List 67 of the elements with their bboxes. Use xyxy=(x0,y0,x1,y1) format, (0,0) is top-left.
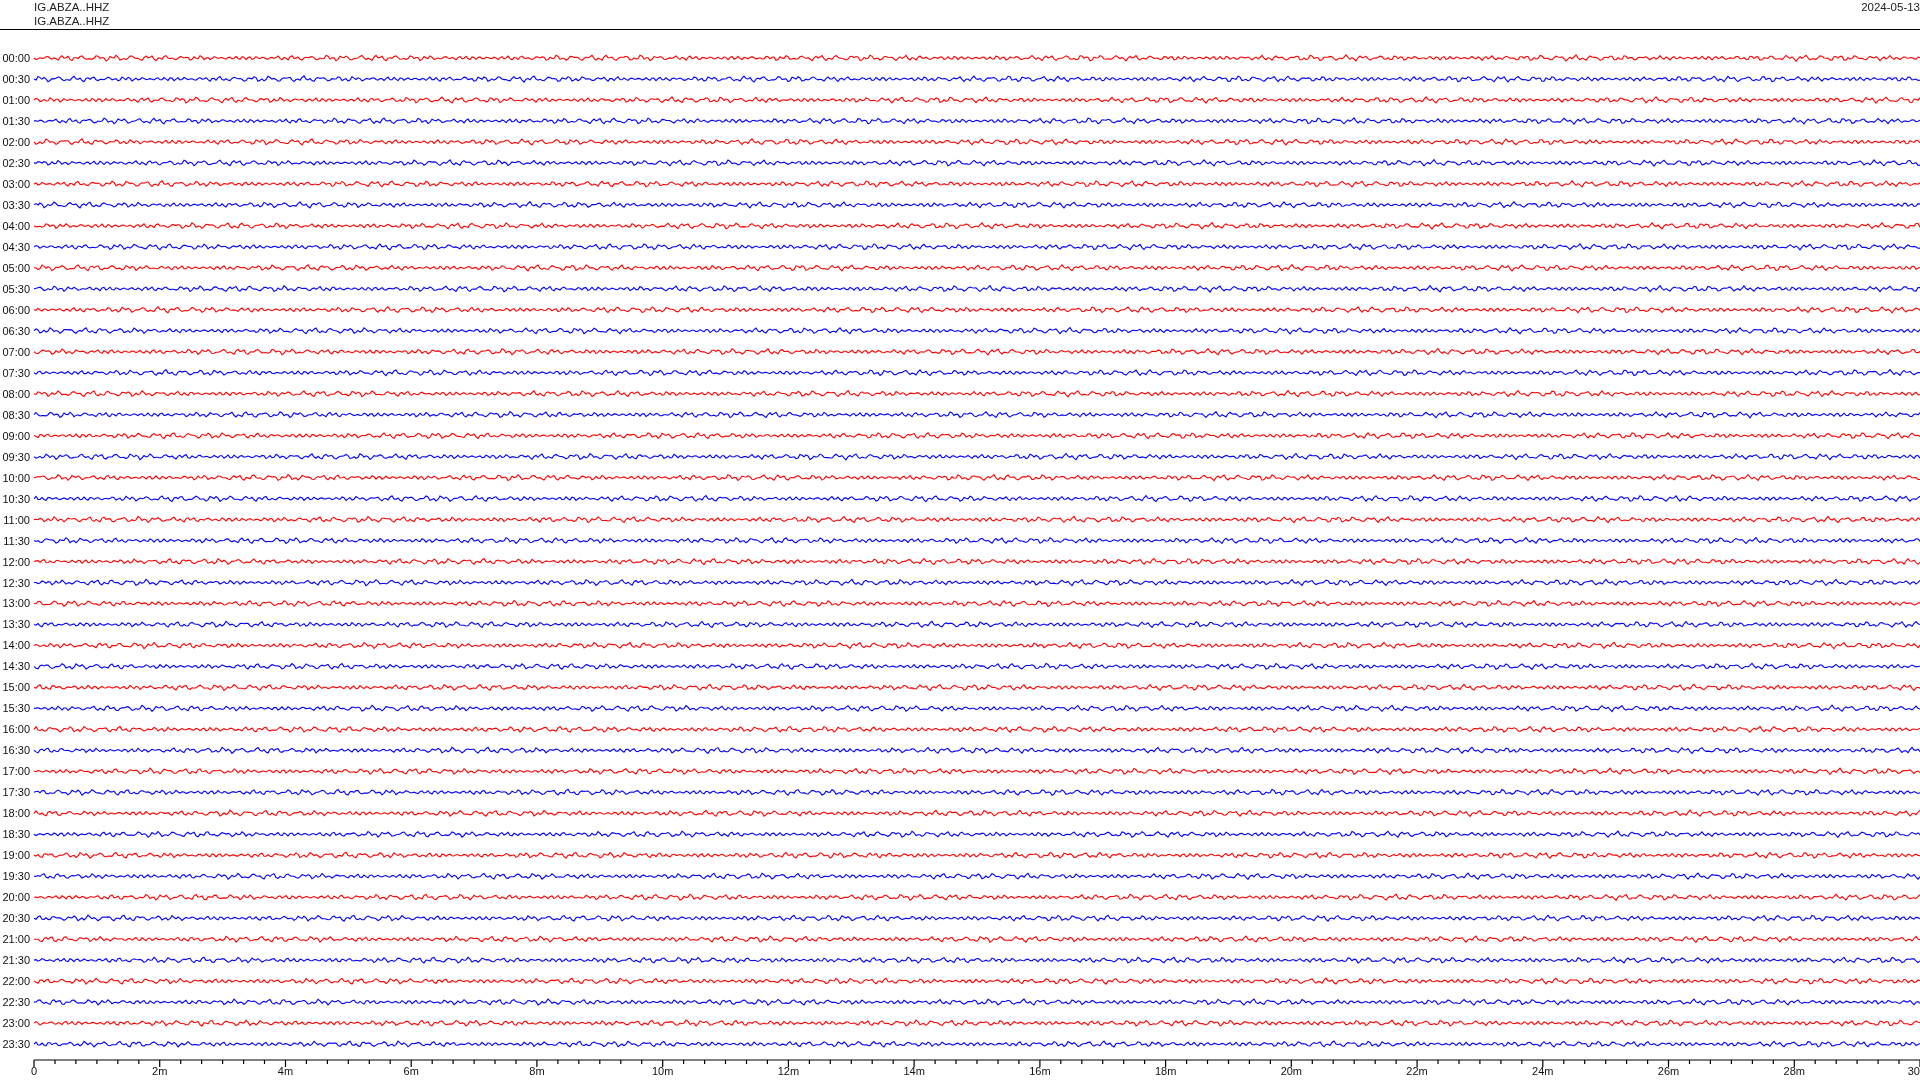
tick-label: 16m xyxy=(1029,1065,1051,1077)
time-label: 23:00 xyxy=(2,1017,30,1030)
time-label: 01:30 xyxy=(2,114,30,127)
tick-label: 18m xyxy=(1154,1065,1177,1077)
time-label: 01:00 xyxy=(2,93,30,106)
time-label: 07:00 xyxy=(2,345,30,358)
station-label: IG.ABZA..HHZ xyxy=(34,14,110,28)
time-label: 02:00 xyxy=(2,135,30,148)
time-label: 04:00 xyxy=(2,219,30,232)
time-label: 12:00 xyxy=(2,555,30,568)
time-label: 15:00 xyxy=(2,681,30,694)
tick-label: 22m xyxy=(1406,1065,1428,1077)
tick-label: 30 xyxy=(1907,1065,1920,1077)
time-label: 17:00 xyxy=(2,765,30,778)
time-label: 13:30 xyxy=(2,618,30,631)
time-label: 20:30 xyxy=(2,912,30,925)
tick-label: 4m xyxy=(277,1065,294,1077)
tick-label: 12m xyxy=(777,1065,800,1077)
time-label: 06:30 xyxy=(2,324,30,337)
tick-label: 24m xyxy=(1532,1065,1554,1077)
tick-label: 6m xyxy=(403,1065,419,1077)
time-label: 23:30 xyxy=(2,1038,30,1051)
time-label: 17:30 xyxy=(2,786,30,799)
time-label: 15:30 xyxy=(2,702,30,715)
time-label: 18:00 xyxy=(2,807,30,820)
time-label: 20:00 xyxy=(2,891,30,904)
tick-label: 2m xyxy=(152,1065,168,1077)
tick-label: 0 xyxy=(30,1065,38,1077)
tick-label: 10m xyxy=(651,1065,674,1077)
time-label: 21:00 xyxy=(2,933,30,946)
time-label: 22:00 xyxy=(2,975,30,988)
time-label: 08:00 xyxy=(2,387,30,400)
time-label: 12:30 xyxy=(2,576,30,589)
time-label: 03:30 xyxy=(2,198,30,211)
tick-label: 8m xyxy=(529,1065,545,1077)
tick-label: 14m xyxy=(903,1065,925,1077)
time-label: 21:30 xyxy=(2,954,30,967)
time-label: 22:30 xyxy=(2,996,30,1009)
time-label: 04:30 xyxy=(2,240,30,253)
time-label: 00:00 xyxy=(2,52,30,64)
time-label: 14:00 xyxy=(2,639,30,652)
time-label: 18:30 xyxy=(2,828,30,841)
time-label: 10:30 xyxy=(2,492,30,505)
time-label: 02:30 xyxy=(2,156,30,169)
date-label: 2024-05-13 xyxy=(1861,0,1920,14)
time-label: 03:00 xyxy=(2,177,30,190)
time-label: 16:30 xyxy=(2,744,30,757)
tick-label: 26m xyxy=(1657,1065,1680,1077)
time-label: 07:30 xyxy=(2,366,30,379)
time-label: 05:30 xyxy=(2,282,30,295)
time-label: 00:30 xyxy=(2,73,30,85)
time-label: 13:00 xyxy=(2,597,30,610)
time-label: 11:00 xyxy=(3,513,30,526)
time-label: 10:00 xyxy=(2,471,30,484)
time-label: 16:00 xyxy=(2,723,30,736)
time-label: 14:30 xyxy=(2,660,30,673)
time-label: 08:30 xyxy=(2,408,30,421)
station-label: IG.ABZA..HHZ xyxy=(34,0,110,14)
time-label: 09:30 xyxy=(2,450,30,463)
tick-label: 20m xyxy=(1280,1065,1303,1077)
time-label: 09:00 xyxy=(2,429,30,442)
time-label: 11:30 xyxy=(3,534,30,547)
time-label: 06:00 xyxy=(2,303,30,316)
tick-label: 28m xyxy=(1783,1065,1805,1077)
time-label: 19:00 xyxy=(2,849,30,862)
time-label: 19:30 xyxy=(2,870,30,883)
time-label: 05:00 xyxy=(2,261,30,274)
